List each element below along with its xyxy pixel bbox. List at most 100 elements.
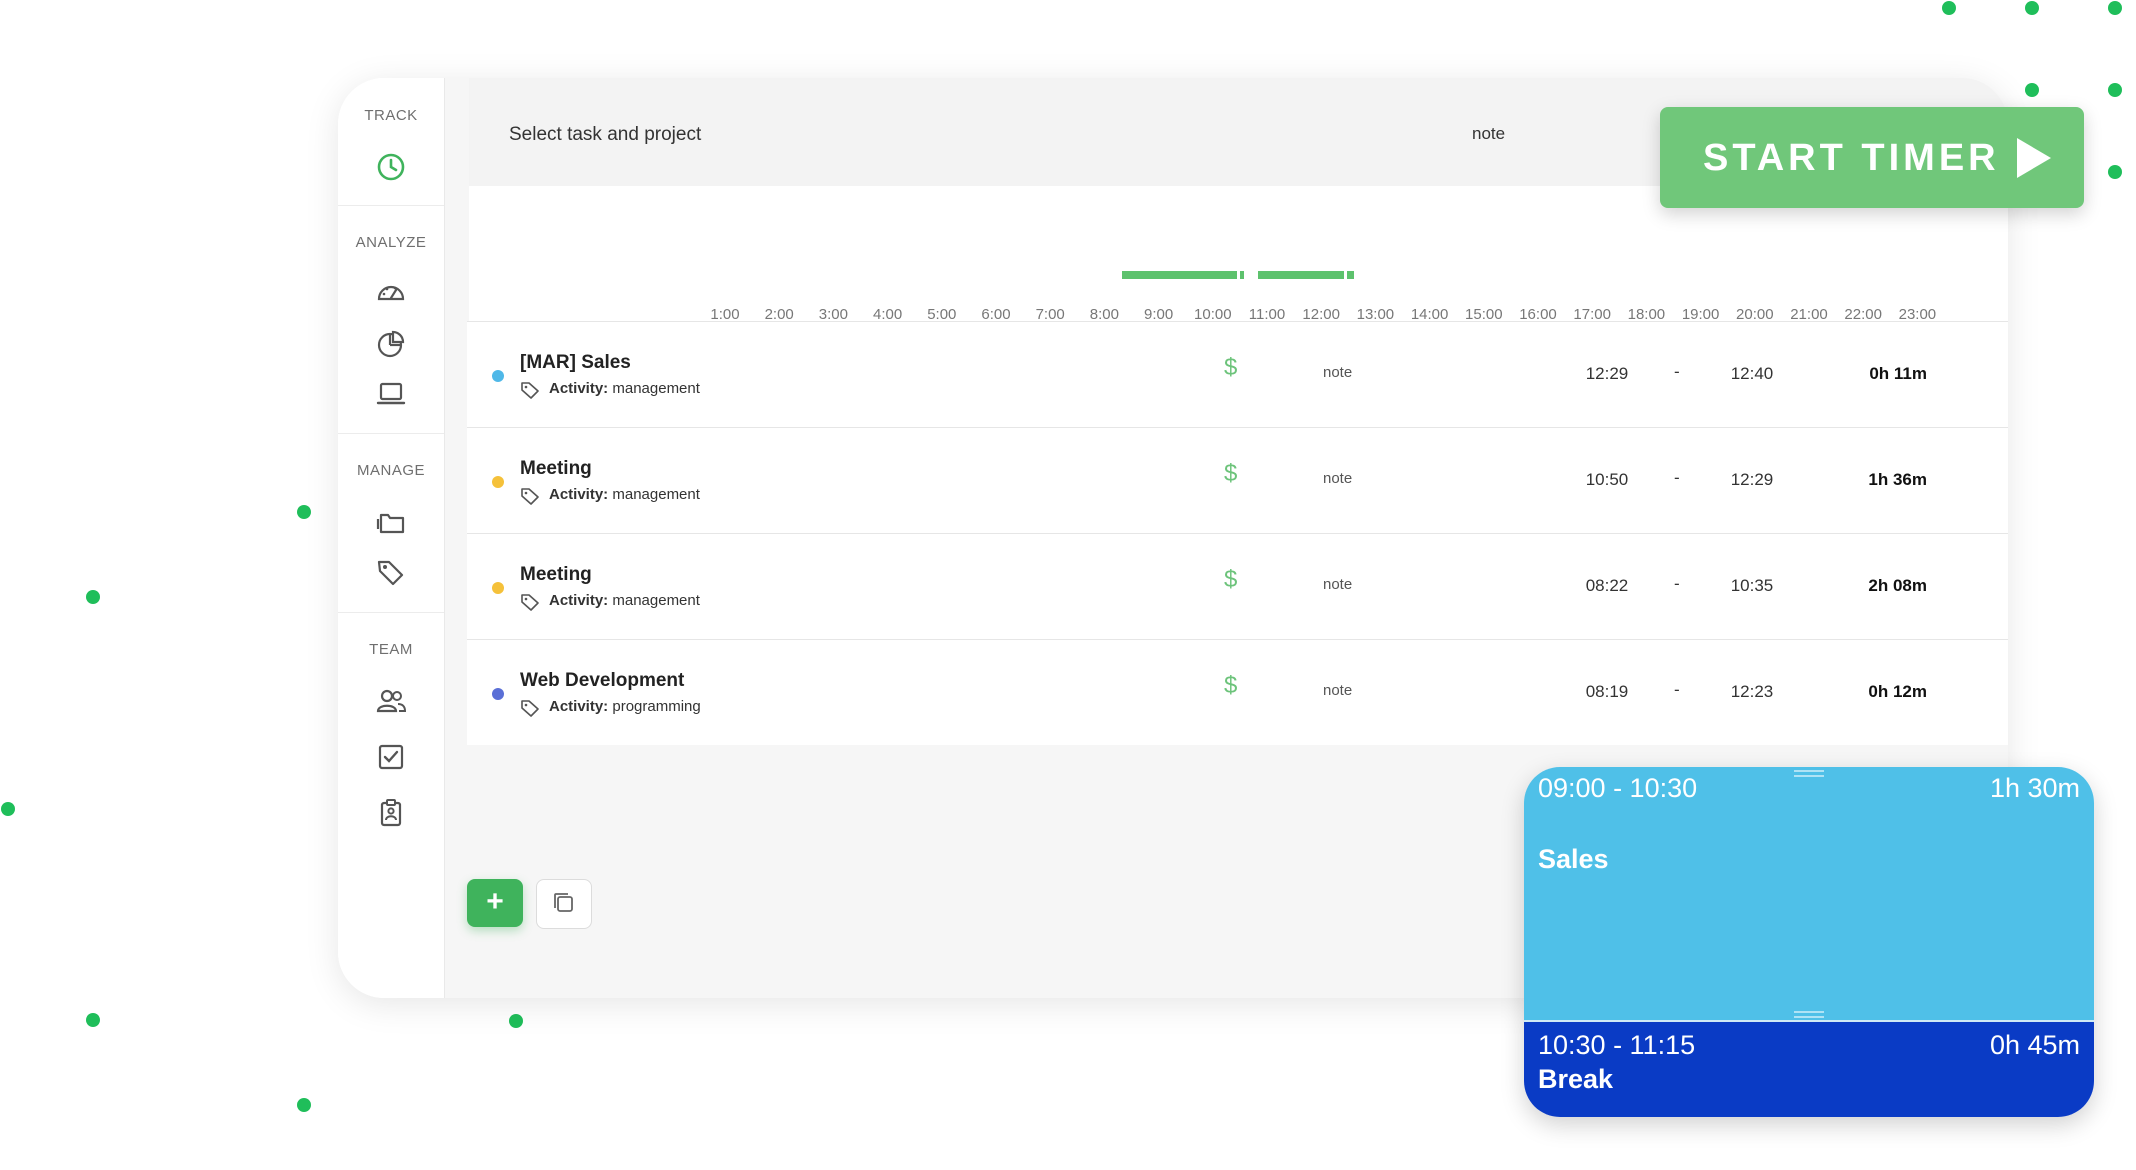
entry-duration: 0h 11m <box>1869 364 1927 383</box>
tracked-segment <box>1347 271 1355 279</box>
decorative-dot <box>2025 83 2039 97</box>
time-separator: - <box>1674 362 1680 381</box>
time-entry-row[interactable]: Meeting Activity: management $ note 10:50 - 12… <box>467 427 2008 533</box>
entry-duration: 1h 36m <box>1868 470 1927 489</box>
clipboard-icon[interactable] <box>375 797 407 829</box>
calendar-block-break[interactable]: 10:30 - 11:15 0h 45m Break <box>1524 1022 2094 1117</box>
time-entry-row[interactable]: Meeting Activity: management $ note 08:22 - 10… <box>467 533 2008 639</box>
clock-icon[interactable] <box>375 151 407 183</box>
block-duration: 1h 30m <box>1989 773 2080 803</box>
time-separator: - <box>1674 468 1680 487</box>
entry-title[interactable]: Meeting <box>520 458 592 480</box>
task-project-selector[interactable]: Select task and project <box>509 124 701 146</box>
entry-title[interactable]: Web Development <box>520 670 684 692</box>
activity-value: management <box>612 486 700 503</box>
entry-end-time[interactable]: 12:23 <box>1717 682 1787 702</box>
project-color-dot <box>492 476 504 488</box>
pie-chart-icon[interactable] <box>375 328 407 360</box>
resize-handle[interactable] <box>1794 775 1824 777</box>
entry-start-time[interactable]: 10:50 <box>1572 470 1642 490</box>
decorative-dot <box>2025 1 2039 15</box>
entry-note[interactable]: note <box>1323 576 1352 593</box>
tag-icon <box>521 488 539 505</box>
resize-handle[interactable] <box>1794 1016 1824 1018</box>
entry-note[interactable]: note <box>1323 682 1352 699</box>
resize-handle[interactable] <box>1794 1011 1824 1013</box>
sidebar-section-track: TRACK <box>364 107 418 124</box>
sidebar-divider <box>338 433 444 434</box>
time-separator: - <box>1674 574 1680 593</box>
entry-start-time[interactable]: 08:19 <box>1572 682 1642 702</box>
checkbox-icon[interactable] <box>375 741 407 773</box>
project-color-dot <box>492 582 504 594</box>
entry-end-time[interactable]: 12:40 <box>1717 364 1787 384</box>
entry-activity: Activity: management <box>549 380 700 397</box>
decorative-dot <box>297 1098 311 1112</box>
duplicate-button[interactable] <box>536 879 592 929</box>
entry-note[interactable]: note <box>1323 364 1352 381</box>
decorative-dot <box>86 1013 100 1027</box>
entries-list: [MAR] Sales Activity: management $ note 12:2… <box>467 321 2008 745</box>
decorative-dot <box>86 590 100 604</box>
activity-value: management <box>612 380 700 397</box>
tag-icon <box>521 594 539 611</box>
project-color-dot <box>492 688 504 700</box>
project-color-dot <box>492 370 504 382</box>
billable-icon[interactable]: $ <box>1224 460 1237 488</box>
sidebar: TRACK ANALYZE MANAGE TEAM <box>338 78 445 998</box>
sidebar-section-analyze: ANALYZE <box>355 234 427 251</box>
tag-icon <box>521 700 539 717</box>
entry-activity: Activity: management <box>549 592 700 609</box>
copy-icon <box>554 893 573 912</box>
start-timer-label: START TIMER <box>1703 137 2000 179</box>
time-entry-row[interactable]: [MAR] Sales Activity: management $ note 12:2… <box>467 321 2008 427</box>
billable-icon[interactable]: $ <box>1224 672 1237 700</box>
tracked-segment <box>1121 271 1237 279</box>
sidebar-divider <box>338 205 444 206</box>
block-title: Break <box>1538 1064 1614 1094</box>
block-duration: 0h 45m <box>1989 1030 2080 1060</box>
team-icon[interactable] <box>375 685 407 717</box>
entry-end-time[interactable]: 10:35 <box>1717 576 1787 596</box>
tags-icon[interactable] <box>375 557 407 589</box>
activity-prefix: Activity: <box>549 698 609 715</box>
activity-prefix: Activity: <box>549 380 609 397</box>
entry-duration: 0h 12m <box>1868 682 1927 701</box>
time-separator: - <box>1674 680 1680 699</box>
sidebar-divider <box>338 612 444 613</box>
dashboard-icon[interactable] <box>375 277 407 309</box>
decorative-dot <box>2108 165 2122 179</box>
decorative-dot <box>1 802 15 816</box>
play-icon <box>2017 138 2051 178</box>
entry-title[interactable]: Meeting <box>520 564 592 586</box>
resize-handle[interactable] <box>1794 770 1824 772</box>
entry-title[interactable]: [MAR] Sales <box>520 352 631 374</box>
time-entry-row[interactable]: Web Development Activity: programming $ not… <box>467 639 2008 745</box>
entry-duration: 2h 08m <box>1868 576 1927 595</box>
calendar-block-sales[interactable]: 09:00 - 10:30 1h 30m Sales <box>1524 767 2094 1020</box>
start-timer-button[interactable]: START TIMER <box>1660 107 2084 208</box>
note-input[interactable]: note <box>1472 124 1505 144</box>
add-entry-button[interactable]: + <box>467 879 523 927</box>
sidebar-section-manage: MANAGE <box>356 462 425 479</box>
entry-start-time[interactable]: 08:22 <box>1572 576 1642 596</box>
entry-note[interactable]: note <box>1323 470 1352 487</box>
entry-end-time[interactable]: 12:29 <box>1717 470 1787 490</box>
entry-start-time[interactable]: 12:29 <box>1572 364 1642 384</box>
decorative-dot <box>509 1014 523 1028</box>
billable-icon[interactable]: $ <box>1224 354 1237 382</box>
tag-icon <box>521 382 539 399</box>
entry-activity: Activity: management <box>549 486 700 503</box>
activity-prefix: Activity: <box>549 592 609 609</box>
decorative-dot <box>2108 83 2122 97</box>
activity-value: management <box>612 592 700 609</box>
folder-icon[interactable] <box>375 506 407 538</box>
calendar-card[interactable]: 09:00 - 10:30 1h 30m Sales 10:30 - 11:15… <box>1524 767 2094 1117</box>
activity-value: programming <box>612 698 701 715</box>
block-time: 09:00 - 10:30 <box>1538 773 1698 803</box>
sidebar-section-team: TEAM <box>369 641 413 658</box>
decorative-dot <box>297 505 311 519</box>
billable-icon[interactable]: $ <box>1224 566 1237 594</box>
decorative-dot <box>1942 1 1956 15</box>
laptop-icon[interactable] <box>375 378 407 410</box>
